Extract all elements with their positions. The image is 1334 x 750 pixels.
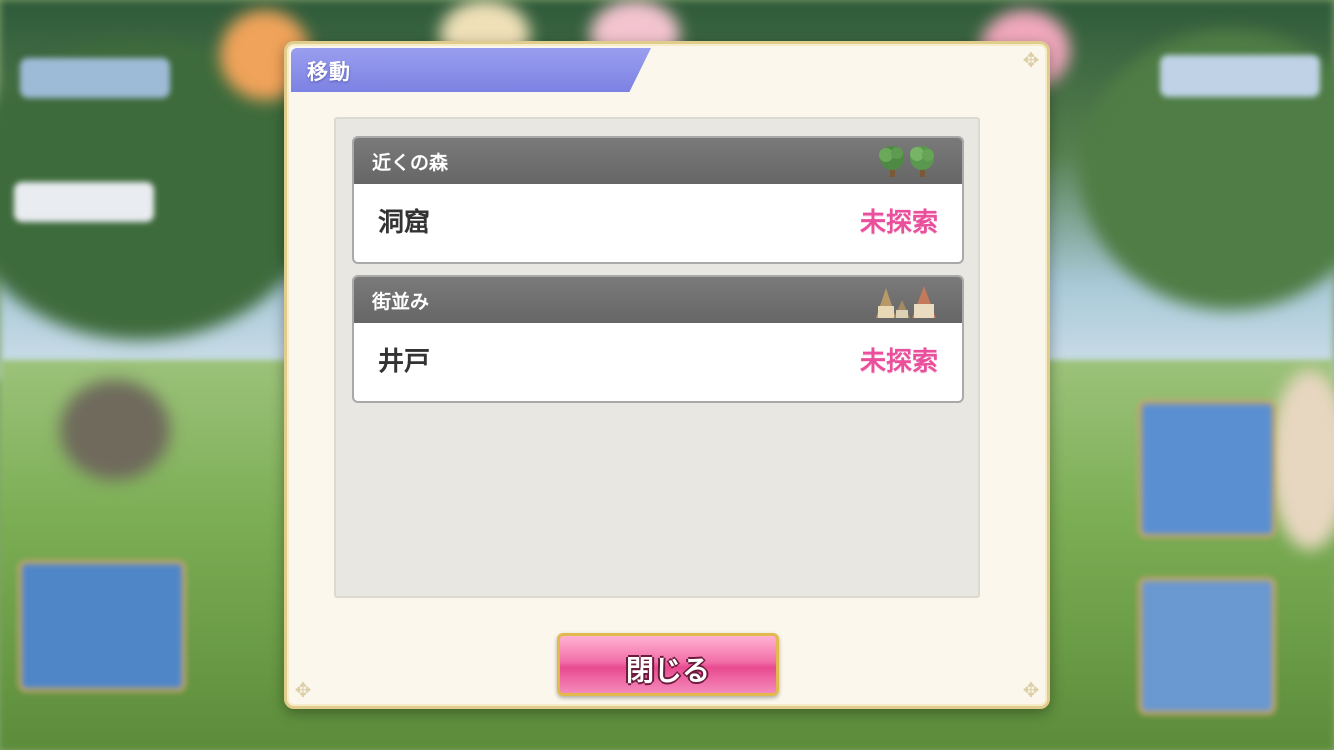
ornament-icon: ✥ [1022,48,1040,72]
location-area-header: 街並み [354,277,962,323]
dialog-title-tab: 移動 [291,48,651,92]
location-spot-name: 洞窟 [378,208,431,238]
trees-icon [872,143,944,183]
location-item-cave[interactable]: 近くの森 洞窟 未探索 [352,136,964,264]
houses-icon [872,282,944,324]
exploration-status: 未探索 [859,347,938,377]
ornament-icon: ✥ [294,678,312,702]
close-button-label: 閉じる [625,654,710,687]
location-item-well[interactable]: 街並み 井戸 未探索 [352,275,964,403]
ornament-icon: ✥ [1022,678,1040,702]
exploration-status: 未探索 [859,208,938,238]
close-button[interactable]: 閉じる [557,633,779,696]
location-area-header: 近くの森 [354,138,962,184]
location-area-name: 街並み [372,291,430,313]
location-area-name: 近くの森 [372,152,449,174]
dialog-title: 移動 [307,60,351,84]
location-list: 近くの森 洞窟 未探索 街並み 井戸 未探索 [334,117,980,598]
move-dialog: ✥ ✥ ✥ 移動 近くの森 洞窟 未探索 街並み 井戸 未探索 閉じる [284,41,1050,709]
location-spot-name: 井戸 [378,347,431,377]
